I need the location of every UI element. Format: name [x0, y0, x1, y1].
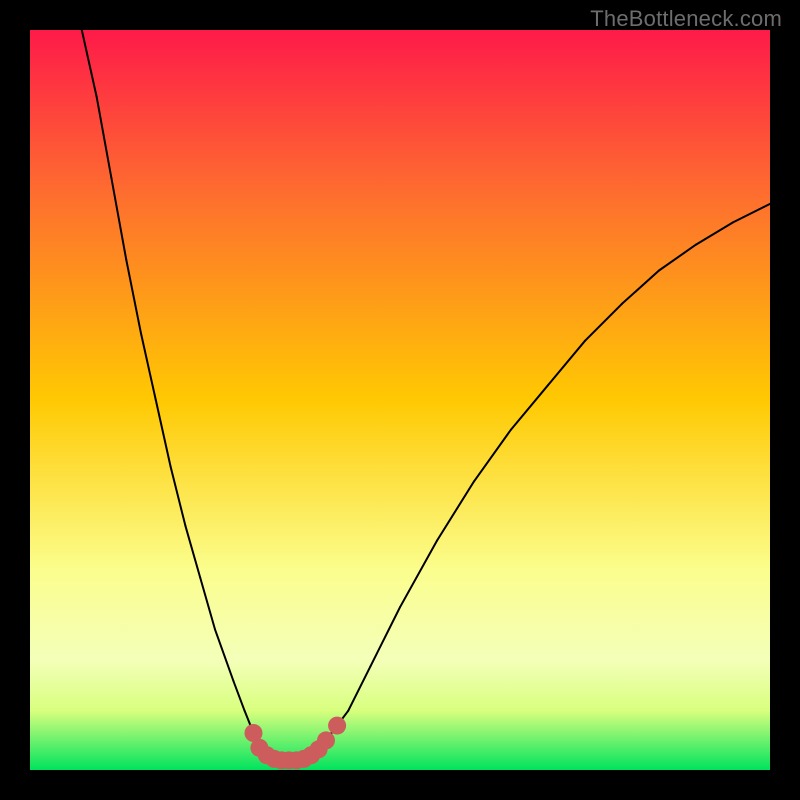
curve-segment — [185, 526, 200, 578]
chart-frame: TheBottleneck.com — [0, 0, 800, 800]
marker-group — [244, 717, 346, 770]
curve-segment — [215, 629, 234, 681]
curve-segment — [622, 271, 659, 304]
marker-dot — [317, 731, 335, 749]
curve-segment — [511, 385, 548, 429]
curve-group — [82, 30, 770, 760]
curve-segment — [696, 222, 733, 244]
plot-area — [30, 30, 770, 770]
curve-segment — [585, 304, 622, 341]
curve-segment — [474, 430, 511, 482]
curve-segment — [548, 341, 585, 385]
watermark-text: TheBottleneck.com — [590, 6, 782, 32]
curve-segment — [171, 467, 186, 526]
curve-segment — [733, 204, 770, 223]
curve-segment — [234, 681, 245, 711]
curve-segment — [97, 97, 112, 178]
curve-segment — [659, 245, 696, 271]
curve-segment — [111, 178, 126, 259]
curve-segment — [437, 481, 474, 540]
curve-segment — [141, 333, 156, 400]
curve-layer — [30, 30, 770, 770]
marker-dot — [328, 717, 346, 735]
curve-segment — [200, 578, 215, 630]
curve-segment — [126, 259, 141, 333]
curve-segment — [370, 607, 400, 666]
curve-segment — [348, 666, 370, 710]
curve-segment — [82, 30, 97, 97]
curve-segment — [400, 541, 437, 608]
curve-segment — [156, 400, 171, 467]
